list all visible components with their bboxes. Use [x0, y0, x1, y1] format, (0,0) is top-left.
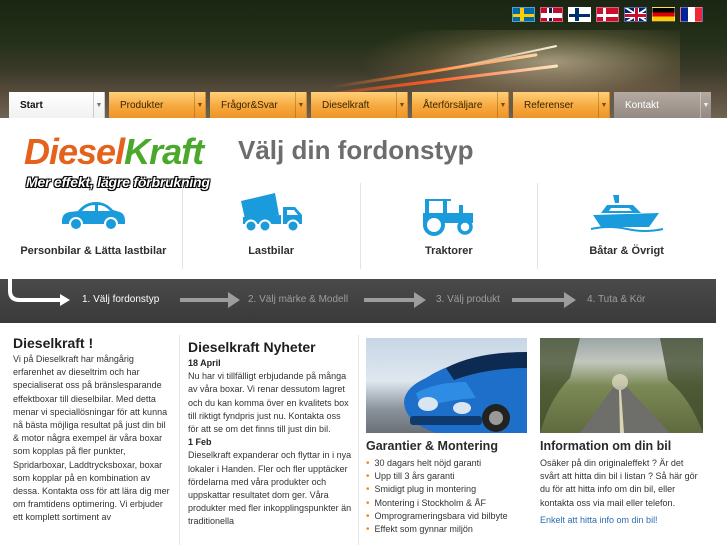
dump-truck-icon [241, 193, 303, 233]
about-text: Vi på Dieselkraft har mångårig erfarenhe… [13, 354, 170, 523]
step-3: 3. Välj produkt [436, 294, 500, 305]
vehicle-label: Traktorer [425, 245, 473, 257]
chevron-down-icon[interactable]: ▼ [497, 92, 508, 118]
tab-label: Dieselkraft [322, 99, 370, 111]
germany-flag-icon[interactable] [652, 7, 675, 22]
column-divider [358, 335, 359, 545]
vehicle-option-personbilar[interactable]: Personbilar & Lätta lastbilar [5, 183, 183, 269]
tab-referenser[interactable]: Referenser ▼ [513, 92, 610, 118]
denmark-flag-icon[interactable] [596, 7, 619, 22]
news-title: Dieselkraft Nyheter [188, 339, 316, 355]
chevron-down-icon[interactable]: ▼ [700, 92, 711, 118]
news-text: Dieselkraft expanderar och flyttar in i … [188, 450, 352, 527]
uk-flag-icon[interactable] [624, 7, 647, 22]
tab-start[interactable]: Start ▼ [9, 92, 105, 118]
tab-label: Referenser [524, 99, 574, 111]
page: Start ▼ Produkter ▼ Frågor&Svar ▼ Diesel… [0, 0, 727, 545]
step-1: 1. Välj fordonstyp [82, 294, 160, 305]
norway-flag-icon[interactable] [540, 7, 563, 22]
tab-dieselkraft[interactable]: Dieselkraft ▼ [311, 92, 408, 118]
chevron-down-icon[interactable]: ▼ [295, 92, 306, 118]
about-title: Dieselkraft ! [13, 335, 94, 351]
vehicle-type-selector: Personbilar & Lätta lastbilar Lastbilar [5, 183, 715, 269]
list-item: Effekt som gynnar miljön [366, 523, 527, 536]
news-text: Nu har vi tillfälligt erbjudande på mång… [188, 371, 349, 435]
france-flag-icon[interactable] [680, 7, 703, 22]
step-4: 4. Tuta & Kör [587, 294, 646, 305]
vehicle-option-batar[interactable]: Båtar & Övrigt [538, 183, 715, 269]
vehicle-label: Båtar & Övrigt [589, 245, 664, 257]
chevron-down-icon[interactable]: ▼ [194, 92, 205, 118]
news-section: Dieselkraft Nyheter 18 April Nu har vi t… [188, 335, 353, 529]
tab-label: Start [20, 99, 43, 111]
vehicle-option-traktorer[interactable]: Traktorer [361, 183, 539, 269]
about-section: Dieselkraft ! Vi på Dieselkraft har mång… [13, 335, 173, 525]
news-date: 1 Feb [188, 437, 212, 448]
guarantee-title: Garantier & Montering [366, 439, 498, 453]
tab-label: Produkter [120, 99, 164, 111]
tab-label: Frågor&Svar [221, 99, 278, 111]
tab-aterforsaljare[interactable]: Återförsäljare ▼ [412, 92, 509, 118]
tab-label: Återförsäljare [423, 99, 483, 111]
tractor-icon [422, 199, 473, 236]
chevron-down-icon[interactable]: ▼ [93, 92, 104, 118]
tab-kontakt[interactable]: Kontakt ▼ [614, 92, 711, 118]
chevron-down-icon[interactable]: ▼ [598, 92, 609, 118]
car-info-link[interactable]: Enkelt att hitta info om din bil! [540, 515, 703, 525]
car-info-title: Information om din bil [540, 439, 672, 453]
car-info-text: Osäker på din originaleffekt ? Är det sv… [540, 458, 698, 508]
vehicle-option-lastbilar[interactable]: Lastbilar [183, 183, 361, 269]
chevron-down-icon[interactable]: ▼ [396, 92, 407, 118]
guarantee-section: Garantier & Montering 30 dagars helt nöj… [366, 338, 527, 536]
news-date: 18 April [188, 358, 221, 368]
car-info-section: Information om din bil Osäker på din ori… [540, 338, 703, 525]
page-title: Välj din fordonstyp [238, 135, 474, 165]
list-item: Upp till 3 års garanti [366, 470, 527, 483]
vehicle-label: Personbilar & Lätta lastbilar [20, 245, 167, 257]
boat-icon [590, 195, 663, 232]
tab-produkter[interactable]: Produkter ▼ [109, 92, 206, 118]
finland-flag-icon[interactable] [568, 7, 591, 22]
guarantee-list: 30 dagars helt nöjd garanti Upp till 3 å… [366, 457, 527, 536]
road-photo [540, 338, 703, 433]
sweden-flag-icon[interactable] [512, 7, 535, 22]
language-selector [512, 7, 703, 22]
list-item: 30 dagars helt nöjd garanti [366, 457, 527, 470]
blue-car-photo [366, 338, 527, 433]
list-item: Omprogrameringsbara vid bilbyte [366, 510, 527, 523]
car-icon [62, 202, 126, 231]
step-2: 2. Välj märke & Modell [248, 294, 349, 305]
logo-text: DieselKraft [24, 131, 204, 172]
progress-steps: 1. Välj fordonstyp 2. Välj märke & Model… [0, 279, 716, 323]
vehicle-label: Lastbilar [248, 245, 295, 257]
list-item: Montering i Stockholm & ÅF [366, 497, 527, 510]
main-navigation: Start ▼ Produkter ▼ Frågor&Svar ▼ Diesel… [9, 92, 711, 118]
tab-label: Kontakt [625, 99, 659, 111]
list-item: Smidigt plug in montering [366, 483, 527, 496]
column-divider [179, 335, 180, 545]
tab-fragor-svar[interactable]: Frågor&Svar ▼ [210, 92, 307, 118]
